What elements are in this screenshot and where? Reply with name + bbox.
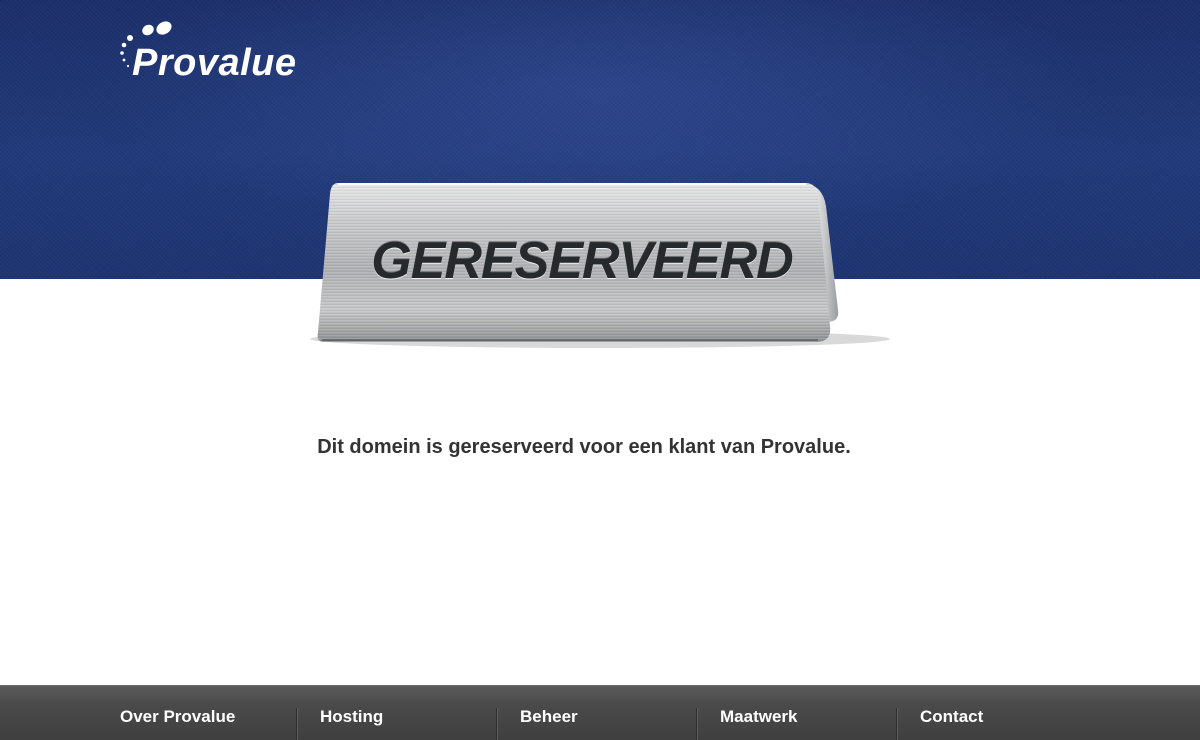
reserved-sign: GERESERVEERD bbox=[300, 176, 900, 356]
nav-item-hosting[interactable]: Hosting bbox=[300, 686, 500, 740]
page: Provalue GERESERVEERD Dit domein is gere… bbox=[0, 0, 1200, 740]
nav-item-beheer[interactable]: Beheer bbox=[500, 686, 700, 740]
footer-nav-bar: Over Provalue Hosting Beheer Maatwerk Co… bbox=[0, 685, 1200, 740]
nav-item-over-provalue[interactable]: Over Provalue bbox=[100, 686, 300, 740]
sign-text: GERESERVEERD bbox=[371, 232, 793, 290]
nav-item-maatwerk[interactable]: Maatwerk bbox=[700, 686, 900, 740]
provalue-logo[interactable]: Provalue bbox=[118, 18, 358, 84]
footer-nav: Over Provalue Hosting Beheer Maatwerk Co… bbox=[100, 686, 1100, 740]
nav-item-contact[interactable]: Contact bbox=[900, 686, 1100, 740]
logo-text: Provalue bbox=[132, 42, 297, 84]
reserved-message: Dit domein is gereserveerd voor een klan… bbox=[317, 436, 851, 458]
